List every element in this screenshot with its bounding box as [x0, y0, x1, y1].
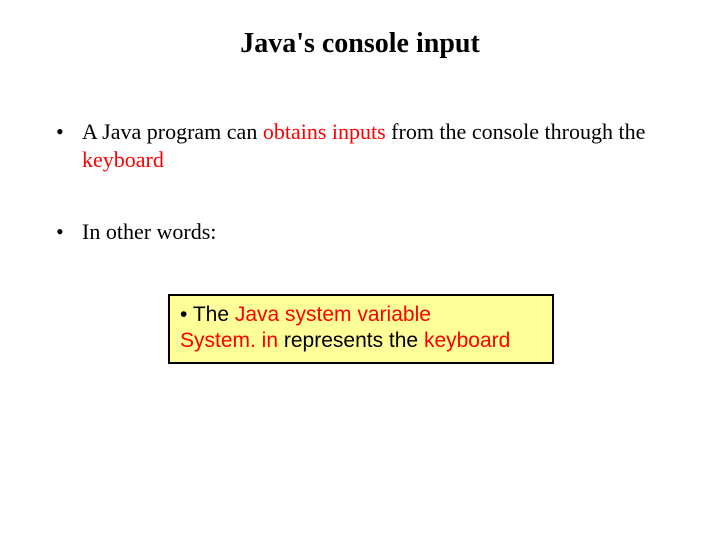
- bullet1-highlight-2: keyboard: [82, 147, 164, 172]
- bullet-list: A Java program can obtains inputs from t…: [54, 118, 680, 246]
- slide: Java's console input A Java program can …: [0, 0, 720, 540]
- bullet1-text-mid: from the console through the: [386, 119, 646, 144]
- callout-line2-b: represents the: [278, 329, 424, 352]
- callout-line1-a: The: [187, 303, 234, 326]
- slide-body: A Java program can obtains inputs from t…: [0, 118, 720, 364]
- callout-container: • The Java system variable System. in re…: [54, 294, 680, 363]
- bullet2-text: In other words:: [82, 219, 216, 244]
- slide-title: Java's console input: [0, 28, 720, 60]
- callout-line2-highlight-c: keyboard: [424, 329, 510, 352]
- callout-line1-highlight: Java system variable: [235, 303, 431, 326]
- bullet-item-1: A Java program can obtains inputs from t…: [54, 118, 680, 174]
- callout-line2-highlight-a: System. in: [180, 329, 278, 352]
- bullet1-text-pre: A Java program can: [82, 119, 263, 144]
- callout-box: • The Java system variable System. in re…: [168, 294, 554, 363]
- bullet1-highlight-1: obtains inputs: [263, 119, 386, 144]
- bullet-item-2: In other words:: [54, 218, 680, 246]
